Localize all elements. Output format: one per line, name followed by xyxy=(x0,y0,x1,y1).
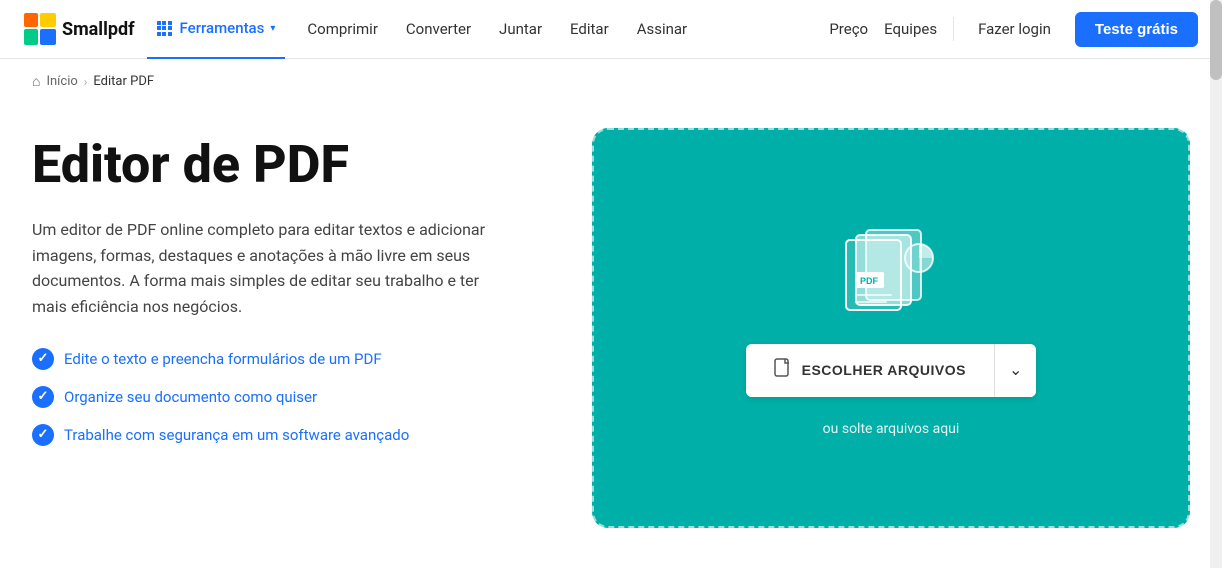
svg-text:PDF: PDF xyxy=(860,276,879,286)
choose-files-button[interactable]: ESCOLHER ARQUIVOS xyxy=(746,344,994,397)
upload-box[interactable]: PDF ESCOLHER ARQUIVOS xyxy=(592,128,1190,528)
check-icon-2 xyxy=(32,386,54,408)
file-icon xyxy=(774,358,792,383)
nav-editar[interactable]: Editar xyxy=(556,0,623,59)
nav-right: Preço Equipes Fazer login Teste grátis xyxy=(829,12,1198,47)
hero-description: Um editor de PDF online completo para ed… xyxy=(32,217,502,319)
logo[interactable]: Smallpdf xyxy=(24,13,135,45)
pdf-svg-icon: PDF xyxy=(831,220,951,320)
drop-text: ou solte arquivos aqui xyxy=(823,421,960,437)
page-title: Editor de PDF xyxy=(32,136,552,193)
feature-label-2: Organize seu documento como quiser xyxy=(64,388,317,406)
trial-button[interactable]: Teste grátis xyxy=(1075,12,1198,47)
nav-divider xyxy=(953,17,954,41)
pdf-illustration: PDF xyxy=(831,220,951,320)
logo-text: Smallpdf xyxy=(62,19,135,40)
scrollbar-thumb[interactable] xyxy=(1210,0,1222,80)
nav-assinar[interactable]: Assinar xyxy=(623,0,701,59)
home-icon: ⌂ xyxy=(32,73,40,90)
breadcrumb-current: Editar PDF xyxy=(93,74,154,89)
feature-list: Edite o texto e preencha formulários de … xyxy=(32,348,552,446)
ferramentas-menu[interactable]: Ferramentas ▾ xyxy=(147,0,286,59)
choose-files-label: ESCOLHER ARQUIVOS xyxy=(802,362,966,378)
nav-converter[interactable]: Converter xyxy=(392,0,485,59)
feature-item-3: Trabalhe com segurança em um software av… xyxy=(32,424,552,446)
dropdown-button[interactable]: ⌄ xyxy=(995,344,1036,397)
nav-links: Comprimir Converter Juntar Editar Assina… xyxy=(293,0,829,59)
nav-login[interactable]: Fazer login xyxy=(970,20,1059,38)
breadcrumb-home[interactable]: Início xyxy=(46,74,77,89)
logo-icon xyxy=(24,13,56,45)
feature-label-1: Edite o texto e preencha formulários de … xyxy=(64,350,382,368)
chevron-down-icon: ▾ xyxy=(270,23,275,34)
breadcrumb: ⌂ Início › Editar PDF xyxy=(0,59,1222,104)
left-panel: Editor de PDF Um editor de PDF online co… xyxy=(32,128,552,446)
feature-item-1: Edite o texto e preencha formulários de … xyxy=(32,348,552,370)
main-content: Editor de PDF Um editor de PDF online co… xyxy=(0,104,1222,568)
ferramentas-label: Ferramentas xyxy=(180,19,265,37)
breadcrumb-separator: › xyxy=(84,75,88,89)
chevron-down-icon: ⌄ xyxy=(1009,360,1022,380)
nav-equipes[interactable]: Equipes xyxy=(884,20,937,38)
feature-label-3: Trabalhe com segurança em um software av… xyxy=(64,426,409,444)
check-icon-1 xyxy=(32,348,54,370)
nav-preco[interactable]: Preço xyxy=(829,20,868,38)
check-icon-3 xyxy=(32,424,54,446)
feature-item-2: Organize seu documento como quiser xyxy=(32,386,552,408)
navbar: Smallpdf Ferramentas ▾ Comprimir Convert… xyxy=(0,0,1222,59)
choose-files-row: ESCOLHER ARQUIVOS ⌄ xyxy=(746,344,1037,397)
nav-juntar[interactable]: Juntar xyxy=(485,0,556,59)
page-scrollbar[interactable] xyxy=(1210,0,1222,568)
grid-icon xyxy=(157,21,172,36)
nav-comprimir[interactable]: Comprimir xyxy=(293,0,392,59)
